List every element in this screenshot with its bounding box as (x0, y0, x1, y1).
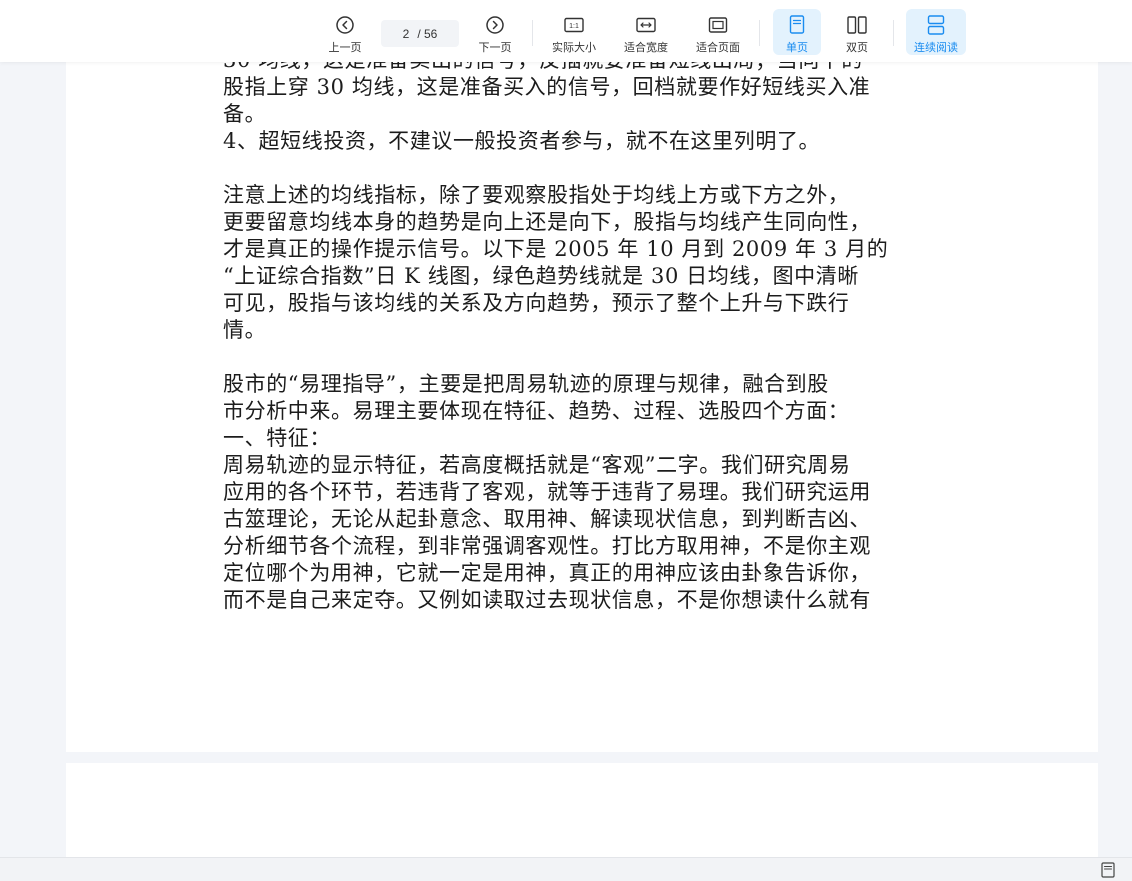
prev-page-button[interactable]: 上一页 (322, 9, 368, 55)
fit-width-icon (636, 13, 656, 36)
fit-width-button[interactable]: 适合宽度 (619, 9, 673, 55)
chevron-right-circle-icon (485, 13, 505, 36)
text-line: 一、特征： (223, 426, 331, 450)
text-line: 市分析中来。易理主要体现在特征、趋势、过程、选股四个方面： (223, 399, 850, 423)
fit-page-icon (708, 13, 728, 36)
prev-page-label: 上一页 (328, 42, 362, 54)
single-page-icon (789, 13, 805, 36)
double-page-button[interactable]: 双页 (834, 9, 880, 55)
viewer-toolbar: 上一页 2 / 56 下一页 1:1 实际大小 适合宽度 适合页面 单页 双页 … (0, 0, 1132, 62)
toolbar-divider (532, 20, 533, 46)
actual-size-button[interactable]: 1:1 实际大小 (547, 9, 601, 55)
next-page-button[interactable]: 下一页 (472, 9, 518, 55)
double-page-label: 双页 (846, 42, 868, 54)
text-line: 股指上穿 30 均线，这是准备买入的信号，回档就要作好短线买入准 (223, 75, 871, 99)
actual-size-label: 实际大小 (552, 42, 596, 54)
page-number-input[interactable]: 2 / 56 (381, 20, 459, 47)
page-view-icon[interactable] (1101, 862, 1115, 878)
text-line: 应用的各个环节，若违背了客观，就等于违背了易理。我们研究运用 (223, 480, 871, 504)
total-pages: / 56 (417, 26, 438, 41)
text-line: 4、超短线投资，不建议一般投资者参与，就不在这里列明了。 (223, 129, 821, 153)
text-line: 股市的“易理指导”，主要是把周易轨迹的原理与规律，融合到股 (223, 372, 829, 396)
text-line: 而不是自己来定夺。又例如读取过去现状信息，不是你想读什么就有 (223, 588, 871, 612)
continuous-reading-label: 连续阅读 (914, 42, 958, 54)
text-line: 才是真正的操作提示信号。以下是 2005 年 10 月到 2009 年 3 月的 (223, 237, 889, 261)
actual-size-icon: 1:1 (564, 13, 584, 36)
continuous-reading-button[interactable]: 连续阅读 (906, 9, 966, 55)
status-bar (0, 857, 1132, 881)
document-page: 30 均线，这是准备卖出的信号，反插就要准备短线出局；当向下的股指上穿 30 均… (66, 0, 1098, 752)
single-page-label: 单页 (786, 42, 808, 54)
text-line: 更要留意均线本身的趋势是向上还是向下，股指与均线产生同向性， (223, 210, 871, 234)
text-line: 周易轨迹的显示特征，若高度概括就是“客观”二字。我们研究周易 (223, 453, 851, 477)
text-line: “上证综合指数”日 K 线图，绿色趋势线就是 30 日均线，图中清晰 (223, 264, 859, 288)
text-line: 情。 (223, 318, 267, 342)
continuous-scroll-icon (927, 13, 945, 36)
fit-page-button[interactable]: 适合页面 (691, 9, 745, 55)
fit-page-label: 适合页面 (696, 42, 740, 54)
single-page-button[interactable]: 单页 (773, 9, 821, 55)
svg-text:1:1: 1:1 (569, 23, 579, 30)
double-page-icon (847, 13, 867, 36)
text-line: 可见，股指与该均线的关系及方向趋势，预示了整个上升与下跌行 (223, 291, 850, 315)
text-line: 注意上述的均线指标，除了要观察股指处于均线上方或下方之外， (223, 183, 850, 207)
text-line: 定位哪个为用神，它就一定是用神，真正的用神应该由卦象告诉你， (223, 561, 871, 585)
text-line: 备。 (223, 102, 267, 126)
pdf-viewer: 30 均线，这是准备卖出的信号，反插就要准备短线出局；当向下的股指上穿 30 均… (0, 0, 1132, 881)
fit-width-label: 适合宽度 (624, 42, 668, 54)
text-line: 古筮理论，无论从起卦意念、取用神、解读现状信息，到判断吉凶、 (223, 507, 871, 531)
chevron-left-circle-icon (335, 13, 355, 36)
toolbar-divider (759, 20, 760, 46)
current-page-number: 2 (402, 26, 410, 41)
toolbar-divider (893, 20, 894, 46)
page-text-block: 30 均线，这是准备卖出的信号，反插就要准备短线出局；当向下的股指上穿 30 均… (223, 47, 963, 614)
text-line: 分析细节各个流程，到非常强调客观性。打比方取用神，不是你主观 (223, 534, 871, 558)
next-page-label: 下一页 (478, 42, 512, 54)
